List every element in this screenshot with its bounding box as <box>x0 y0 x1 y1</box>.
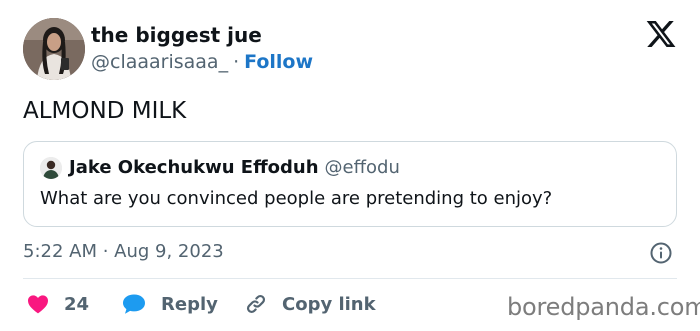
author-display-name[interactable]: the biggest jue <box>91 22 262 48</box>
tweet-timestamp[interactable]: 5:22 AM · Aug 9, 2023 <box>23 240 224 264</box>
info-icon[interactable] <box>649 241 673 265</box>
follow-button[interactable]: Follow <box>244 51 313 73</box>
author-handle-row: @claaarisaaa_ · Follow <box>91 50 313 74</box>
quoted-tweet-header: Jake Okechukwu Effoduh @effodu <box>69 156 400 180</box>
copy-link-button[interactable]: Copy link <box>244 290 376 318</box>
quoted-tweet-text: What are you convinced people are preten… <box>40 188 553 209</box>
tweet-text: ALMOND MILK <box>23 98 187 124</box>
quoted-author-avatar <box>40 157 62 179</box>
heart-icon <box>28 295 48 314</box>
author-avatar-image <box>23 18 85 80</box>
quoted-author-name: Jake Okechukwu Effoduh <box>69 157 319 178</box>
author-avatar[interactable] <box>23 18 85 80</box>
copy-link-label: Copy link <box>282 293 376 315</box>
handle-separator: · <box>233 51 240 73</box>
like-button[interactable]: 24 <box>26 290 89 318</box>
author-handle[interactable]: @claaarisaaa_ <box>91 51 228 73</box>
link-icon <box>246 294 266 314</box>
like-count: 24 <box>64 293 90 315</box>
reply-label: Reply <box>161 293 218 315</box>
quoted-author-handle: @effodu <box>324 157 400 178</box>
x-logo-icon[interactable] <box>645 18 677 50</box>
boredpanda-watermark: boredpanda.com <box>507 293 700 321</box>
actions-divider <box>23 278 677 279</box>
quoted-tweet-card[interactable]: Jake Okechukwu Effoduh @effodu What are y… <box>23 141 677 227</box>
reply-button[interactable]: Reply <box>121 290 218 318</box>
speech-bubble-icon <box>123 294 145 314</box>
